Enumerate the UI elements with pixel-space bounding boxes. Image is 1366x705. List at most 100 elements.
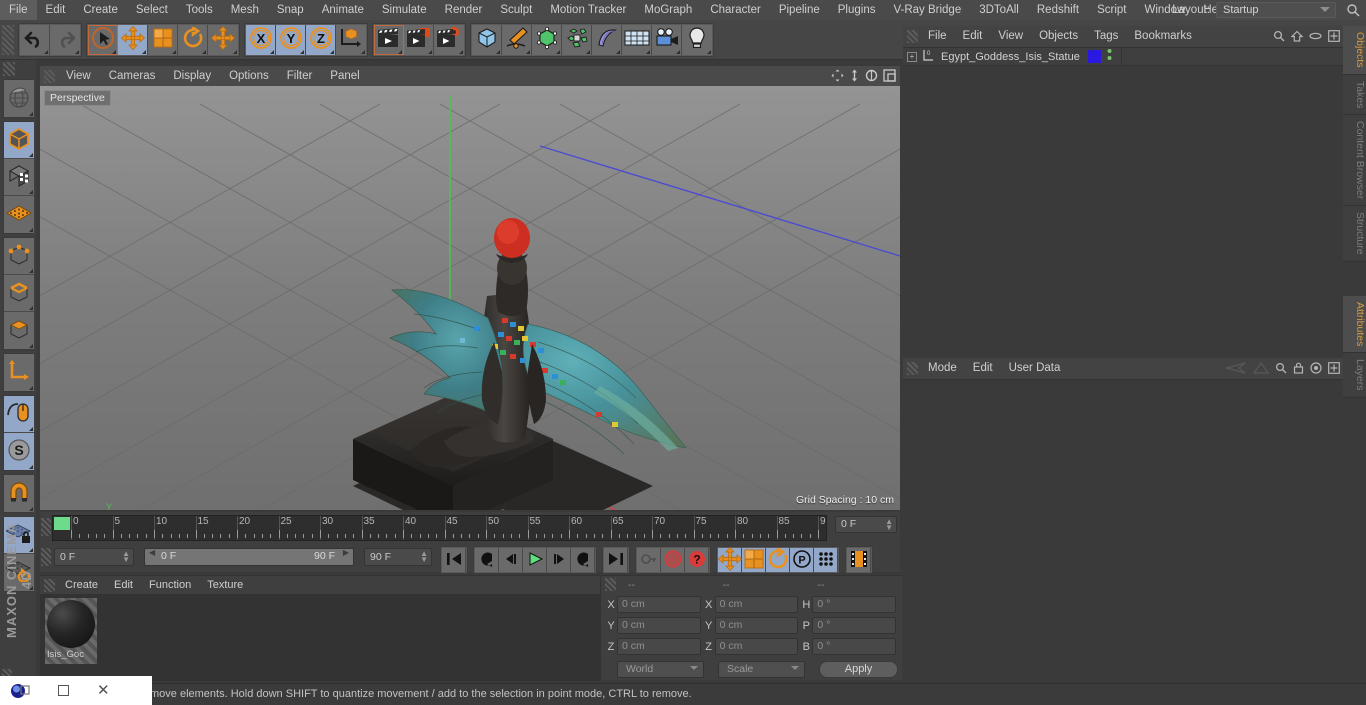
lock-icon[interactable]	[1293, 362, 1304, 377]
attribute-menu-user-data[interactable]: User Data	[1001, 358, 1069, 379]
add-spline-button[interactable]	[502, 24, 532, 55]
menu-item-mograph[interactable]: MoGraph	[635, 0, 701, 20]
left-nav-icon[interactable]	[1224, 362, 1247, 377]
object-layer-color-swatch[interactable]	[1088, 50, 1101, 63]
target-icon[interactable]	[1310, 362, 1322, 377]
scale-tool-button[interactable]	[148, 24, 178, 55]
menu-item-file[interactable]: File	[0, 0, 37, 20]
go-to-start-button[interactable]	[442, 548, 466, 572]
soft-selection-button[interactable]: S	[4, 433, 34, 470]
long-press-indicator[interactable]	[361, 49, 365, 54]
long-press-indicator[interactable]	[300, 49, 304, 54]
lock-z-button[interactable]: Z	[306, 24, 336, 55]
search-icon[interactable]	[1273, 30, 1285, 45]
object-menu-tags[interactable]: Tags	[1086, 26, 1126, 47]
add-generator-button[interactable]	[532, 24, 562, 55]
long-press-indicator[interactable]	[398, 49, 402, 54]
menu-item-character[interactable]: Character	[701, 0, 770, 20]
model-mode-button[interactable]	[4, 122, 34, 159]
previous-keyframe-button[interactable]	[475, 548, 499, 572]
menu-item-redshift[interactable]: Redshift	[1028, 0, 1088, 20]
axis-modify-button[interactable]	[4, 354, 34, 391]
long-press-indicator[interactable]	[112, 49, 116, 54]
spinner-icon[interactable]: ▲ ▼	[420, 550, 428, 564]
menu-item-sculpt[interactable]: Sculpt	[491, 0, 541, 20]
enable-snapping-button[interactable]	[4, 396, 34, 433]
add-mograph-button[interactable]	[562, 24, 592, 55]
menu-item-render[interactable]: Render	[436, 0, 492, 20]
viewport-menu-filter[interactable]: Filter	[278, 66, 322, 86]
world-coordinate-button[interactable]	[336, 24, 366, 55]
long-press-indicator[interactable]	[29, 427, 33, 431]
object-manager-grip[interactable]	[907, 30, 918, 43]
preview-range-bar[interactable]: ◀ 0 F 90 F ▶	[144, 548, 354, 566]
long-press-indicator[interactable]	[75, 49, 79, 54]
long-press-indicator[interactable]	[29, 112, 33, 116]
long-press-indicator[interactable]	[270, 49, 274, 54]
apply-button[interactable]: Apply	[819, 661, 898, 678]
dolly-icon[interactable]	[849, 69, 860, 85]
long-press-indicator[interactable]	[330, 49, 334, 54]
long-press-indicator[interactable]	[459, 49, 463, 54]
long-press-indicator[interactable]	[646, 49, 650, 54]
dock-tab-attributes[interactable]: Attributes	[1343, 295, 1366, 354]
material-item[interactable]: Isis_Goc	[45, 598, 97, 664]
search-icon[interactable]	[1346, 3, 1360, 20]
search-icon[interactable]	[1275, 362, 1287, 377]
rotation-key-button[interactable]	[766, 545, 790, 572]
close-icon[interactable]: ✕	[97, 683, 110, 698]
rot-h-input[interactable]: 0 °	[812, 596, 897, 613]
object-menu-bookmarks[interactable]: Bookmarks	[1126, 26, 1200, 47]
lock-y-button[interactable]: Y	[276, 24, 306, 55]
long-press-indicator[interactable]	[428, 49, 432, 54]
long-press-indicator[interactable]	[707, 49, 711, 54]
long-press-indicator[interactable]	[29, 153, 33, 157]
object-menu-file[interactable]: File	[920, 26, 955, 47]
next-keyframe-button[interactable]	[571, 548, 595, 572]
size-z-input[interactable]: 0 cm	[714, 638, 799, 655]
long-press-indicator[interactable]	[556, 49, 560, 54]
long-press-indicator[interactable]	[616, 49, 620, 54]
add-deformer-button[interactable]	[592, 24, 622, 55]
viewport-menu-cameras[interactable]: Cameras	[100, 66, 165, 86]
long-press-indicator[interactable]	[586, 49, 590, 54]
size-x-input[interactable]: 0 cm	[714, 596, 799, 613]
lock-x-button[interactable]: X	[246, 24, 276, 55]
dock-tab-content-browser[interactable]: Content Browser	[1343, 115, 1366, 207]
long-press-indicator[interactable]	[29, 386, 33, 390]
menu-item-simulate[interactable]: Simulate	[373, 0, 436, 20]
dock-tab-layers[interactable]: Layers	[1343, 353, 1366, 398]
rot-p-input[interactable]: 0 °	[812, 617, 897, 634]
add-camera-button[interactable]	[652, 24, 682, 55]
attribute-menu-edit[interactable]: Edit	[965, 358, 1001, 379]
rotate-icon[interactable]	[865, 69, 878, 85]
scale-key-button[interactable]	[742, 548, 766, 572]
menu-item-select[interactable]: Select	[127, 0, 177, 20]
viewport-menu-options[interactable]: Options	[220, 66, 278, 86]
viewport-menu-view[interactable]: View	[57, 66, 100, 86]
layout-dropdown[interactable]: Startup	[1216, 2, 1336, 18]
material-menu-edit[interactable]: Edit	[106, 576, 141, 594]
maximize-icon[interactable]	[883, 69, 896, 85]
step-back-button[interactable]	[499, 548, 523, 572]
material-menu-create[interactable]: Create	[57, 576, 106, 594]
play-button[interactable]	[523, 548, 547, 572]
add-cube-button[interactable]	[472, 24, 502, 55]
long-press-indicator[interactable]	[29, 306, 33, 310]
long-press-indicator[interactable]	[44, 49, 48, 54]
maximize-icon[interactable]	[58, 685, 69, 696]
chevron-down-icon[interactable]	[791, 666, 799, 670]
menu-item-v-ray-bridge[interactable]: V-Ray Bridge	[884, 0, 970, 20]
long-press-indicator[interactable]	[172, 49, 176, 54]
go-to-end-button[interactable]	[604, 548, 628, 572]
long-press-indicator[interactable]	[29, 190, 33, 194]
menu-item-snap[interactable]: Snap	[268, 0, 313, 20]
undo-view-button[interactable]	[4, 80, 34, 117]
toolbar-grip[interactable]	[2, 24, 14, 55]
transform-mode-select[interactable]: Scale	[718, 661, 805, 678]
coordinate-system-select[interactable]: World	[617, 661, 704, 678]
object-tree[interactable]: + 0 Egypt_Goddess_Isis_Statue	[903, 47, 1343, 352]
attribute-menu-mode[interactable]: Mode	[920, 358, 965, 379]
menu-item-motion-tracker[interactable]: Motion Tracker	[541, 0, 635, 20]
edges-mode-button[interactable]	[4, 275, 34, 312]
